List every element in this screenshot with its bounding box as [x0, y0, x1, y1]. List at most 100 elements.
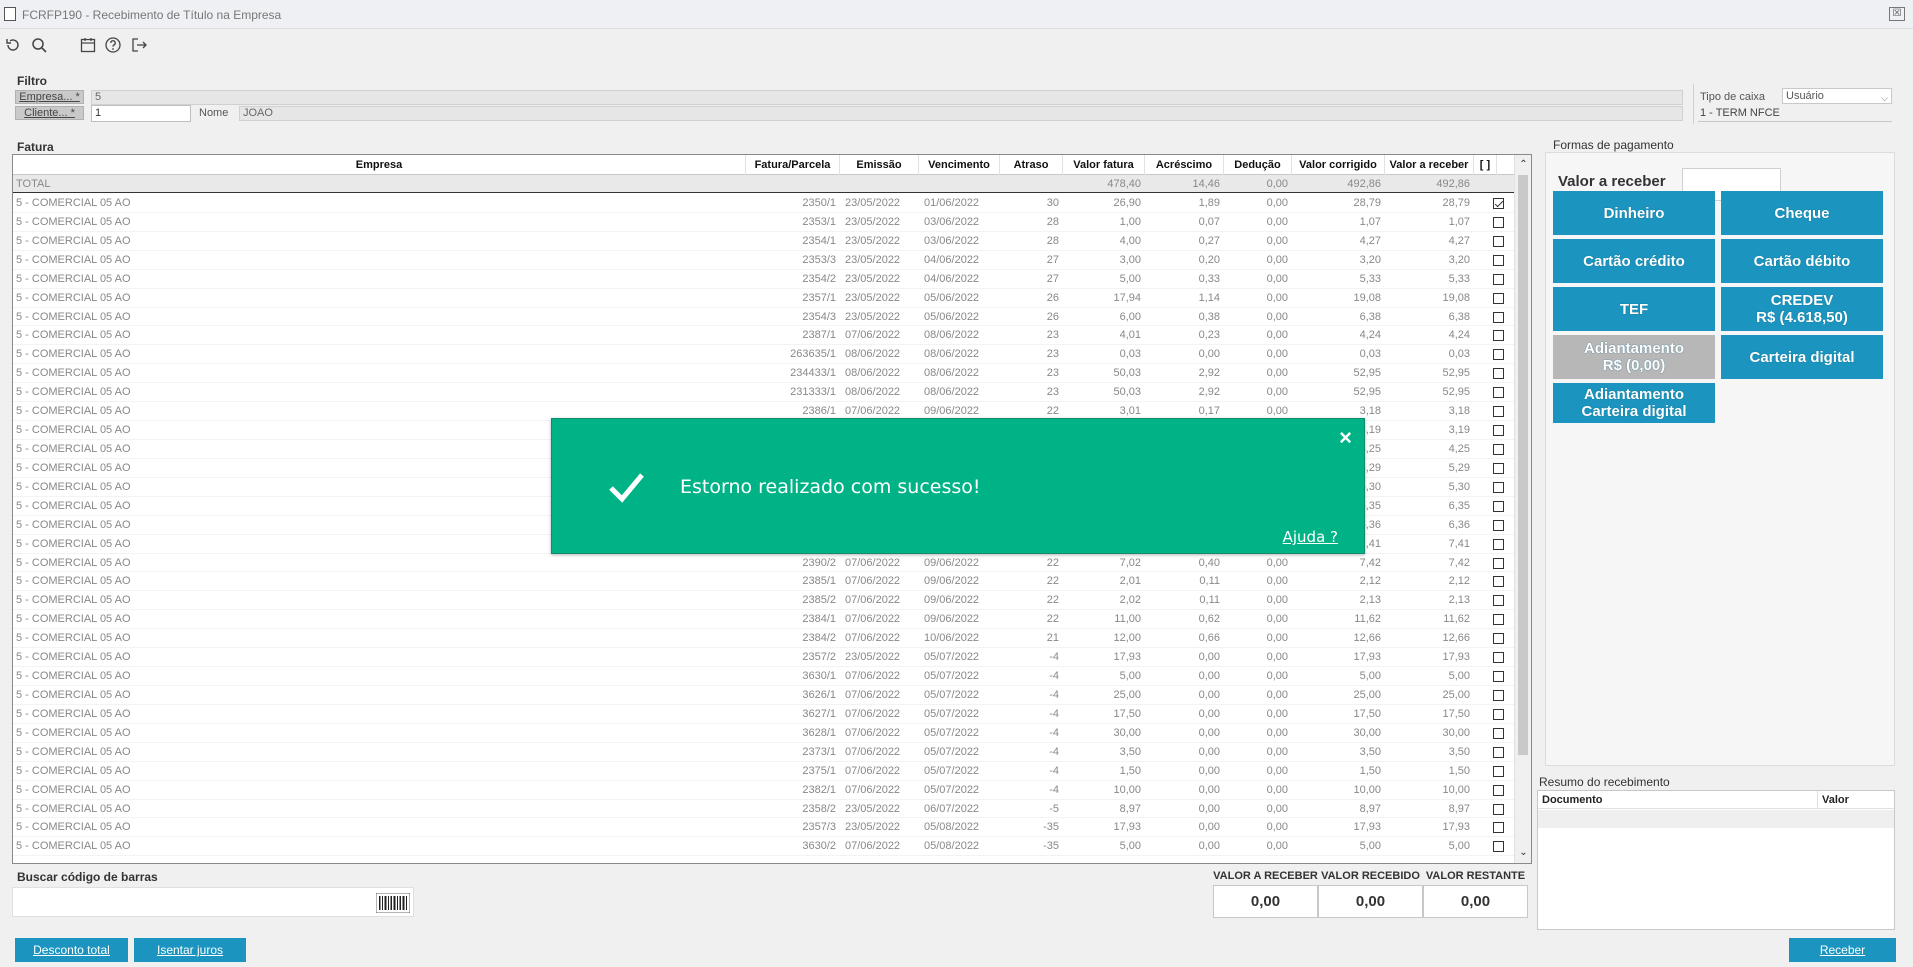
exit-icon[interactable] [128, 34, 150, 56]
scroll-down-icon[interactable]: ⌄ [1515, 845, 1531, 861]
row-checkbox[interactable] [1493, 519, 1504, 531]
col-header-deducao[interactable]: Dedução [1224, 155, 1292, 175]
table-row[interactable]: 5 - COMERCIAL 05 AO 2357/1 23/05/2022 05/06… [13, 289, 1514, 308]
barcode-icon[interactable] [376, 893, 410, 913]
adiantamento-carteira-digital-button[interactable]: Adiantamento Carteira digital [1553, 383, 1715, 423]
row-checkbox[interactable] [1493, 292, 1504, 304]
table-row[interactable]: 5 - COMERCIAL 05 AO 234433/1 08/06/2022 08/… [13, 364, 1514, 384]
row-checkbox[interactable] [1493, 425, 1504, 437]
table-row[interactable]: 5 - COMERCIAL 05 AO 2385/1 07/06/2022 09/06… [13, 572, 1514, 592]
cliente-field[interactable]: 1 [91, 105, 191, 122]
table-row[interactable]: 5 - COMERCIAL 05 AO 3628/1 07/06/2022 05/07… [13, 724, 1514, 743]
table-row[interactable]: 5 - COMERCIAL 05 AO 263635/1 08/06/2022 08/… [13, 345, 1514, 365]
table-row[interactable]: 5 - COMERCIAL 05 AO 2385/2 07/06/2022 09/06… [13, 591, 1514, 611]
col-header-valor-corrigido[interactable]: Valor corrigido [1292, 155, 1385, 175]
row-checkbox[interactable] [1493, 765, 1504, 777]
tipo-caixa-select[interactable]: Usuário ⌵ [1782, 88, 1892, 104]
row-checkbox[interactable] [1493, 349, 1504, 361]
table-row[interactable]: 5 - COMERCIAL 05 AO 2353/1 23/05/2022 03/06… [13, 213, 1514, 232]
row-checkbox[interactable] [1493, 443, 1504, 455]
row-checkbox[interactable] [1493, 803, 1504, 815]
table-row[interactable]: 5 - COMERCIAL 05 AO 2375/1 07/06/2022 05/07… [13, 762, 1514, 781]
table-row[interactable]: 5 - COMERCIAL 05 AO 2387/1 07/06/2022 08/06… [13, 326, 1514, 346]
window-close-button[interactable]: ☒ [1889, 7, 1905, 21]
col-header-acrescimo[interactable]: Acréscimo [1145, 155, 1224, 175]
isentar-juros-button[interactable]: Isentar juros [134, 938, 246, 962]
row-checkbox[interactable] [1493, 462, 1504, 474]
row-checkbox[interactable] [1493, 198, 1504, 209]
table-row[interactable]: 5 - COMERCIAL 05 AO 2357/2 23/05/2022 05/07… [13, 648, 1514, 668]
toast-close-icon[interactable]: × [1339, 425, 1352, 451]
row-checkbox[interactable] [1493, 330, 1504, 342]
help-icon[interactable] [102, 34, 124, 56]
desconto-total-button[interactable]: Desconto total [15, 938, 128, 962]
table-row[interactable]: 5 - COMERCIAL 05 AO 231333/1 08/06/2022 08/… [13, 383, 1514, 403]
table-row[interactable]: 5 - COMERCIAL 05 AO 2382/1 07/06/2022 05/07… [13, 781, 1514, 800]
cheque-button[interactable]: Cheque [1721, 191, 1883, 235]
row-checkbox[interactable] [1493, 633, 1504, 645]
col-header-vencimento[interactable]: Vencimento [919, 155, 1000, 175]
table-row[interactable]: 5 - COMERCIAL 05 AO 2354/3 23/05/2022 05/06… [13, 308, 1514, 327]
cliente-label[interactable]: Cliente... * [15, 106, 84, 120]
col-header-empresa[interactable]: Empresa [13, 155, 746, 175]
grid-scrollbar[interactable]: ⌃ ⌄ [1514, 155, 1531, 863]
table-row[interactable]: 5 - COMERCIAL 05 AO 2384/1 07/06/2022 09/06… [13, 610, 1514, 630]
table-row[interactable]: 5 - COMERCIAL 05 AO 2384/2 07/06/2022 10/06… [13, 629, 1514, 649]
row-checkbox[interactable] [1493, 273, 1504, 285]
row-checkbox[interactable] [1493, 746, 1504, 758]
row-checkbox[interactable] [1493, 784, 1504, 796]
scroll-up-icon[interactable]: ⌃ [1515, 157, 1531, 173]
refresh-icon[interactable] [2, 34, 24, 56]
toast-help-link[interactable]: Ajuda ? [1283, 528, 1338, 546]
row-checkbox[interactable] [1493, 652, 1504, 664]
table-row[interactable]: 5 - COMERCIAL 05 AO 2357/3 23/05/2022 05/08… [13, 818, 1514, 838]
row-checkbox[interactable] [1493, 387, 1504, 399]
row-checkbox[interactable] [1493, 254, 1504, 266]
row-checkbox[interactable] [1493, 311, 1504, 323]
row-checkbox[interactable] [1493, 671, 1504, 683]
table-row[interactable]: 5 - COMERCIAL 05 AO 3626/1 07/06/2022 05/07… [13, 686, 1514, 705]
calendar-icon[interactable] [77, 34, 99, 56]
row-checkbox[interactable] [1493, 708, 1504, 720]
table-row[interactable]: 5 - COMERCIAL 05 AO 2353/3 23/05/2022 04/06… [13, 251, 1514, 270]
col-header-emissao[interactable]: Emissão [840, 155, 919, 175]
row-checkbox[interactable] [1493, 576, 1504, 588]
adiantamento-button[interactable]: Adiantamento R$ (0,00) [1553, 335, 1715, 379]
row-checkbox[interactable] [1493, 481, 1504, 493]
table-row[interactable]: 5 - COMERCIAL 05 AO 2354/1 23/05/2022 03/06… [13, 232, 1514, 251]
cartao-credito-button[interactable]: Cartão crédito [1553, 239, 1715, 283]
table-row[interactable]: 5 - COMERCIAL 05 AO 2358/2 23/05/2022 06/07… [13, 800, 1514, 819]
row-checkbox[interactable] [1493, 727, 1504, 739]
col-header-valor-receber[interactable]: Valor a receber [1385, 155, 1474, 175]
table-row[interactable]: 5 - COMERCIAL 05 AO 2390/2 07/06/2022 09/06… [13, 554, 1514, 573]
row-checkbox[interactable] [1493, 216, 1504, 228]
row-checkbox[interactable] [1493, 822, 1504, 834]
col-header-select-all[interactable]: [ ] [1474, 155, 1497, 175]
barcode-input[interactable] [12, 887, 414, 917]
empresa-label[interactable]: Empresa... * [15, 90, 84, 104]
row-checkbox[interactable] [1493, 614, 1504, 626]
cartao-debito-button[interactable]: Cartão débito [1721, 239, 1883, 283]
tef-button[interactable]: TEF [1553, 287, 1715, 331]
col-header-atraso[interactable]: Atraso [1000, 155, 1063, 175]
col-header-fatura[interactable]: Fatura/Parcela [746, 155, 840, 175]
row-checkbox[interactable] [1493, 841, 1504, 853]
table-row[interactable]: 5 - COMERCIAL 05 AO 2373/1 07/06/2022 05/07… [13, 743, 1514, 762]
table-row[interactable]: 5 - COMERCIAL 05 AO 2354/2 23/05/2022 04/06… [13, 270, 1514, 289]
table-row[interactable]: 5 - COMERCIAL 05 AO 3630/2 07/06/2022 05/08… [13, 837, 1514, 857]
credev-button[interactable]: CREDEV R$ (4.618,50) [1721, 287, 1883, 331]
row-checkbox[interactable] [1493, 500, 1504, 512]
table-row[interactable]: 5 - COMERCIAL 05 AO 3630/1 07/06/2022 05/07… [13, 667, 1514, 686]
row-checkbox[interactable] [1493, 689, 1504, 701]
search-icon[interactable] [28, 34, 50, 56]
scroll-thumb[interactable] [1518, 175, 1528, 755]
row-checkbox[interactable] [1493, 235, 1504, 247]
table-row[interactable]: 5 - COMERCIAL 05 AO 3627/1 07/06/2022 05/07… [13, 705, 1514, 724]
receber-button[interactable]: Receber [1789, 938, 1896, 962]
carteira-digital-button[interactable]: Carteira digital [1721, 335, 1883, 379]
row-checkbox[interactable] [1493, 538, 1504, 550]
row-checkbox[interactable] [1493, 595, 1504, 607]
row-checkbox[interactable] [1493, 368, 1504, 380]
row-checkbox[interactable] [1493, 406, 1504, 418]
table-row[interactable]: 5 - COMERCIAL 05 AO 2350/1 23/05/2022 01/06… [13, 194, 1514, 213]
